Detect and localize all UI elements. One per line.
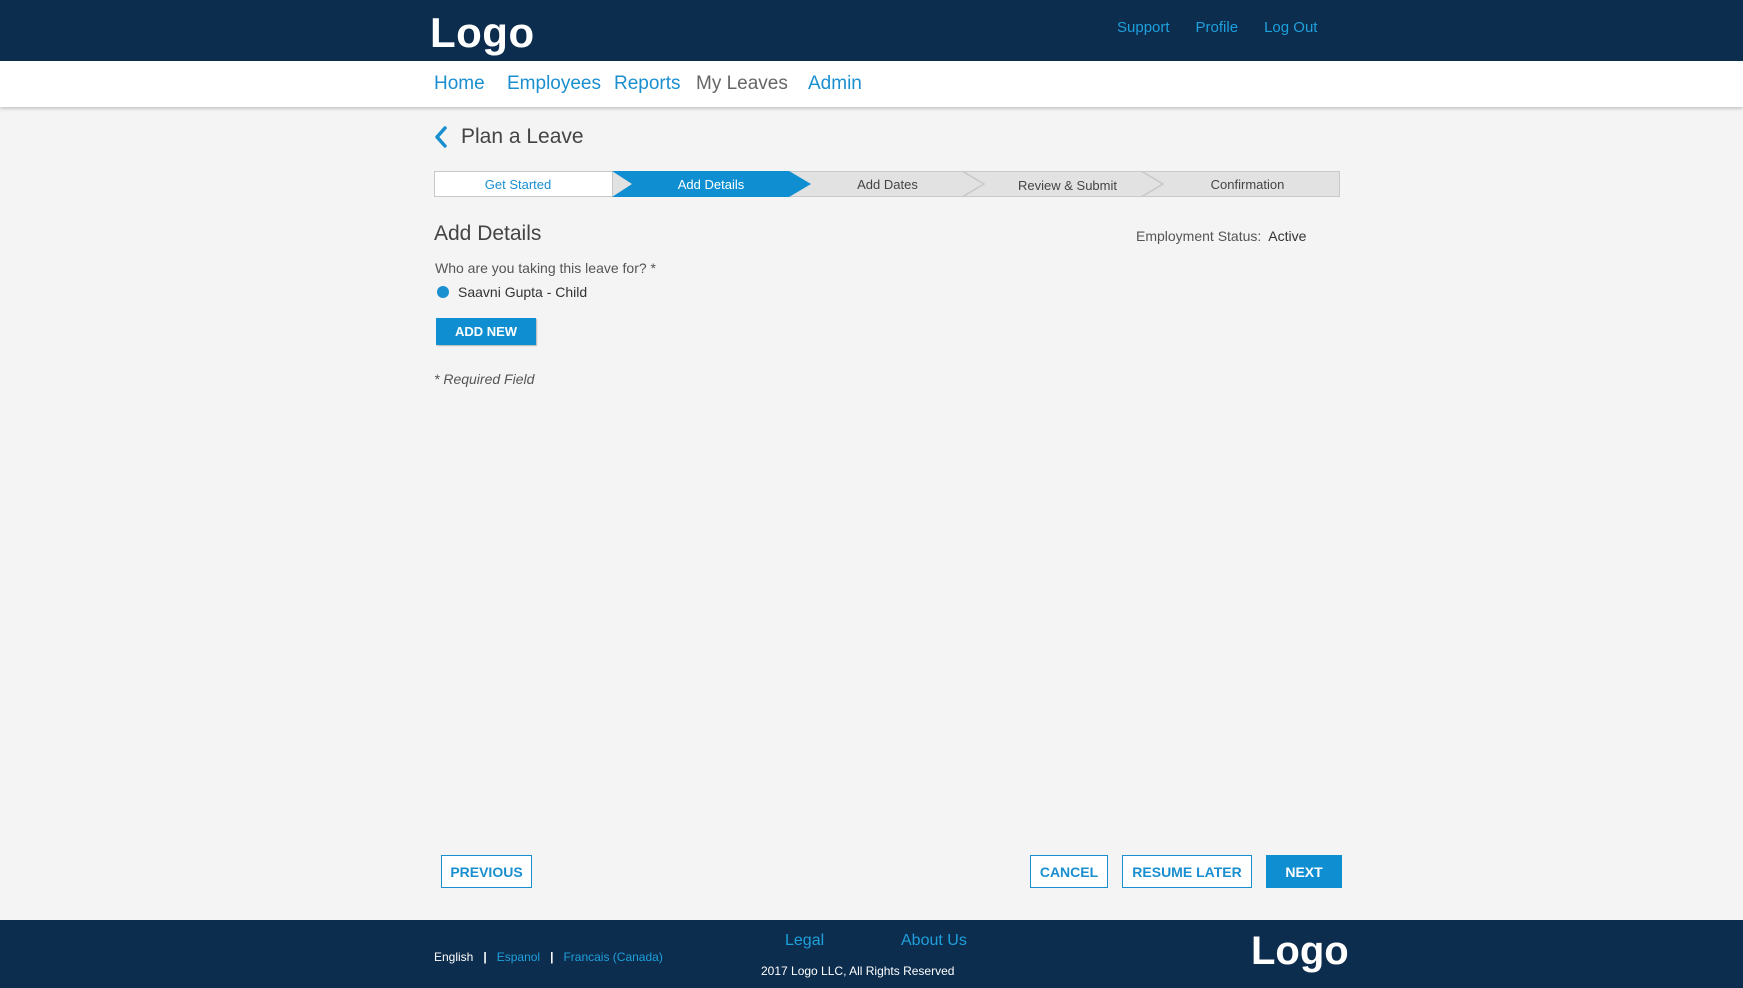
language-selector: English | Espanol | Francais (Canada) <box>434 950 663 964</box>
header-logo[interactable]: Logo <box>430 9 535 57</box>
step-add-dates: Add Dates <box>857 177 918 192</box>
section-title: Add Details <box>434 222 542 245</box>
nav-admin[interactable]: Admin <box>808 73 862 95</box>
about-us-link[interactable]: About Us <box>901 932 967 950</box>
legal-link[interactable]: Legal <box>785 932 824 950</box>
leave-for-question: Who are you taking this leave for? * <box>435 260 657 276</box>
radio-selected-icon[interactable] <box>437 286 449 298</box>
cancel-button[interactable]: CANCEL <box>1030 855 1108 888</box>
progress-stepper: Get Started Add Details Add Dates Review… <box>434 171 1340 197</box>
back-chevron-icon[interactable] <box>433 126 449 148</box>
employment-status-label: Employment Status: <box>1136 228 1262 244</box>
lang-francais[interactable]: Francais (Canada) <box>563 950 662 964</box>
person-option[interactable]: Saavni Gupta - Child <box>437 284 587 300</box>
logout-link[interactable]: Log Out <box>1264 19 1317 36</box>
page-title: Plan a Leave <box>461 125 584 148</box>
nav-employees[interactable]: Employees <box>507 73 601 95</box>
step-review-submit: Review & Submit <box>1018 178 1117 193</box>
lang-espanol[interactable]: Espanol <box>497 950 540 964</box>
step-confirmation: Confirmation <box>1210 177 1285 192</box>
nav-home[interactable]: Home <box>434 73 485 95</box>
top-header: Logo Support Profile Log Out <box>0 0 1743 61</box>
lang-english[interactable]: English <box>434 950 473 964</box>
resume-later-button[interactable]: RESUME LATER <box>1122 855 1252 888</box>
footer-logo[interactable]: Logo <box>1251 929 1349 974</box>
step-add-details: Add Details <box>677 177 745 192</box>
lang-separator: | <box>483 950 487 964</box>
copyright: 2017 Logo LLC, All Rights Reserved <box>761 964 955 978</box>
person-option-label[interactable]: Saavni Gupta - Child <box>458 284 587 300</box>
required-field-note: * Required Field <box>434 371 535 387</box>
next-button[interactable]: NEXT <box>1266 855 1342 888</box>
profile-link[interactable]: Profile <box>1196 19 1239 36</box>
employment-status: Employment Status: Active <box>1136 228 1306 244</box>
nav-my-leaves[interactable]: My Leaves <box>696 73 788 95</box>
main-nav: Home Employees Reports My Leaves Admin <box>0 61 1743 107</box>
support-link[interactable]: Support <box>1117 19 1170 36</box>
add-new-button[interactable]: ADD NEW <box>436 318 536 345</box>
lang-separator: | <box>550 950 554 964</box>
footer: English | Espanol | Francais (Canada) Le… <box>0 920 1743 988</box>
employment-status-value: Active <box>1268 228 1307 244</box>
step-get-started[interactable]: Get Started <box>434 177 602 192</box>
previous-button[interactable]: PREVIOUS <box>441 855 532 888</box>
nav-reports[interactable]: Reports <box>614 73 681 95</box>
header-links: Support Profile Log Out <box>1117 19 1343 36</box>
